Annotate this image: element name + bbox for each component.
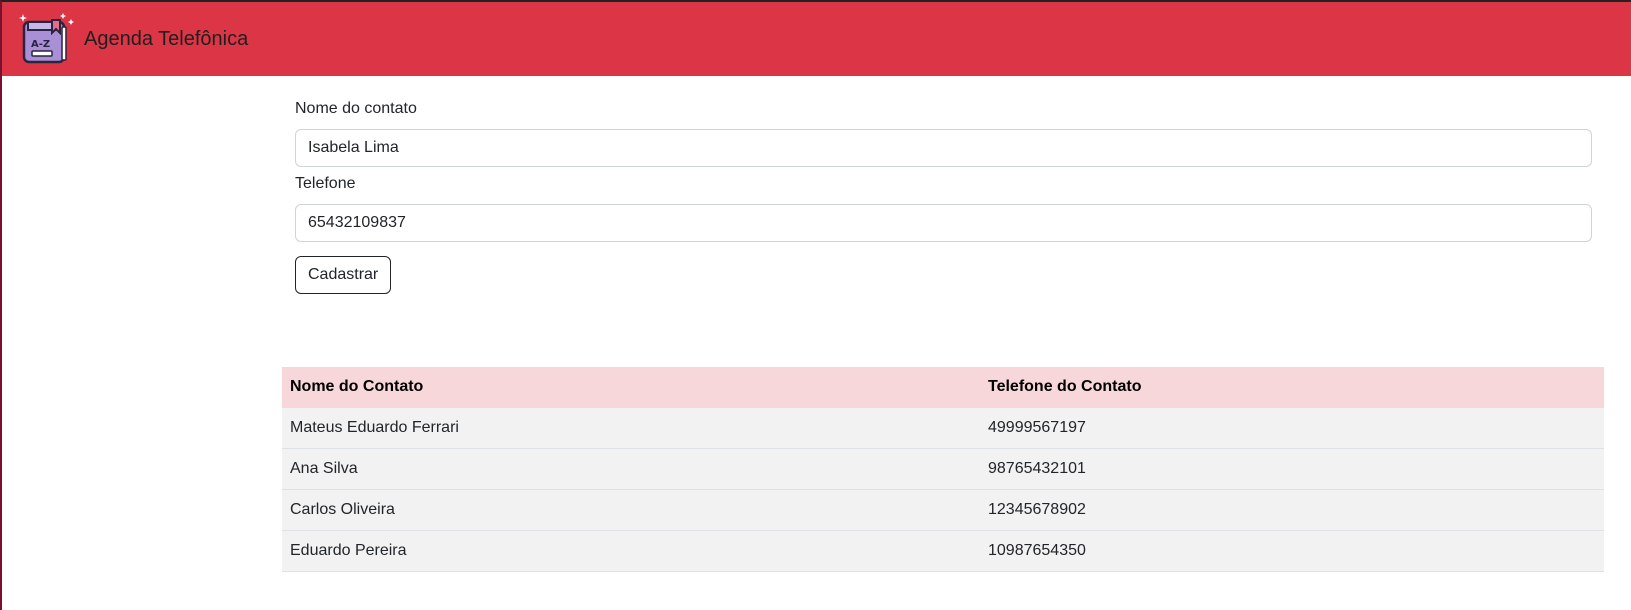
contacts-table: Nome do Contato Telefone do Contato Mate… (282, 367, 1604, 572)
column-header-name: Nome do Contato (282, 367, 980, 408)
phone-label: Telefone (295, 175, 356, 192)
contact-phone-cell: 10987654350 (980, 530, 1604, 572)
contact-name-cell: Ana Silva (282, 448, 980, 490)
name-label: Nome do contato (295, 100, 417, 117)
column-header-phone: Telefone do Contato (980, 367, 1604, 408)
contact-name-cell: Eduardo Pereira (282, 530, 980, 572)
contact-name-cell: Mateus Eduardo Ferrari (282, 407, 980, 449)
navbar: A-Z Agenda Telefônica (2, 2, 1631, 76)
navbar-brand[interactable]: A-Z Agenda Telefônica (18, 13, 248, 65)
app-title: Agenda Telefônica (84, 27, 249, 50)
address-book-icon: A-Z (19, 13, 74, 64)
name-input[interactable] (295, 129, 1592, 167)
table-row: Carlos Oliveira 12345678902 (282, 489, 1604, 531)
phone-input[interactable] (295, 204, 1592, 242)
submit-button[interactable]: Cadastrar (295, 256, 392, 294)
contact-phone-cell: 49999567197 (980, 407, 1604, 449)
contact-phone-cell: 98765432101 (980, 448, 1604, 490)
table-header-row: Nome do Contato Telefone do Contato (282, 367, 1604, 408)
table-row: Ana Silva 98765432101 (282, 448, 1604, 490)
contact-phone-cell: 12345678902 (980, 489, 1604, 531)
table-row: Mateus Eduardo Ferrari 49999567197 (282, 407, 1604, 449)
contact-name-cell: Carlos Oliveira (282, 489, 980, 531)
table-row: Eduardo Pereira 10987654350 (282, 530, 1604, 572)
app-window: A-Z Agenda Telefônica Nome do contato Te… (0, 0, 1631, 610)
contacts-table-container: Nome do Contato Telefone do Contato Mate… (282, 367, 1604, 572)
svg-text:A-Z: A-Z (31, 39, 50, 50)
